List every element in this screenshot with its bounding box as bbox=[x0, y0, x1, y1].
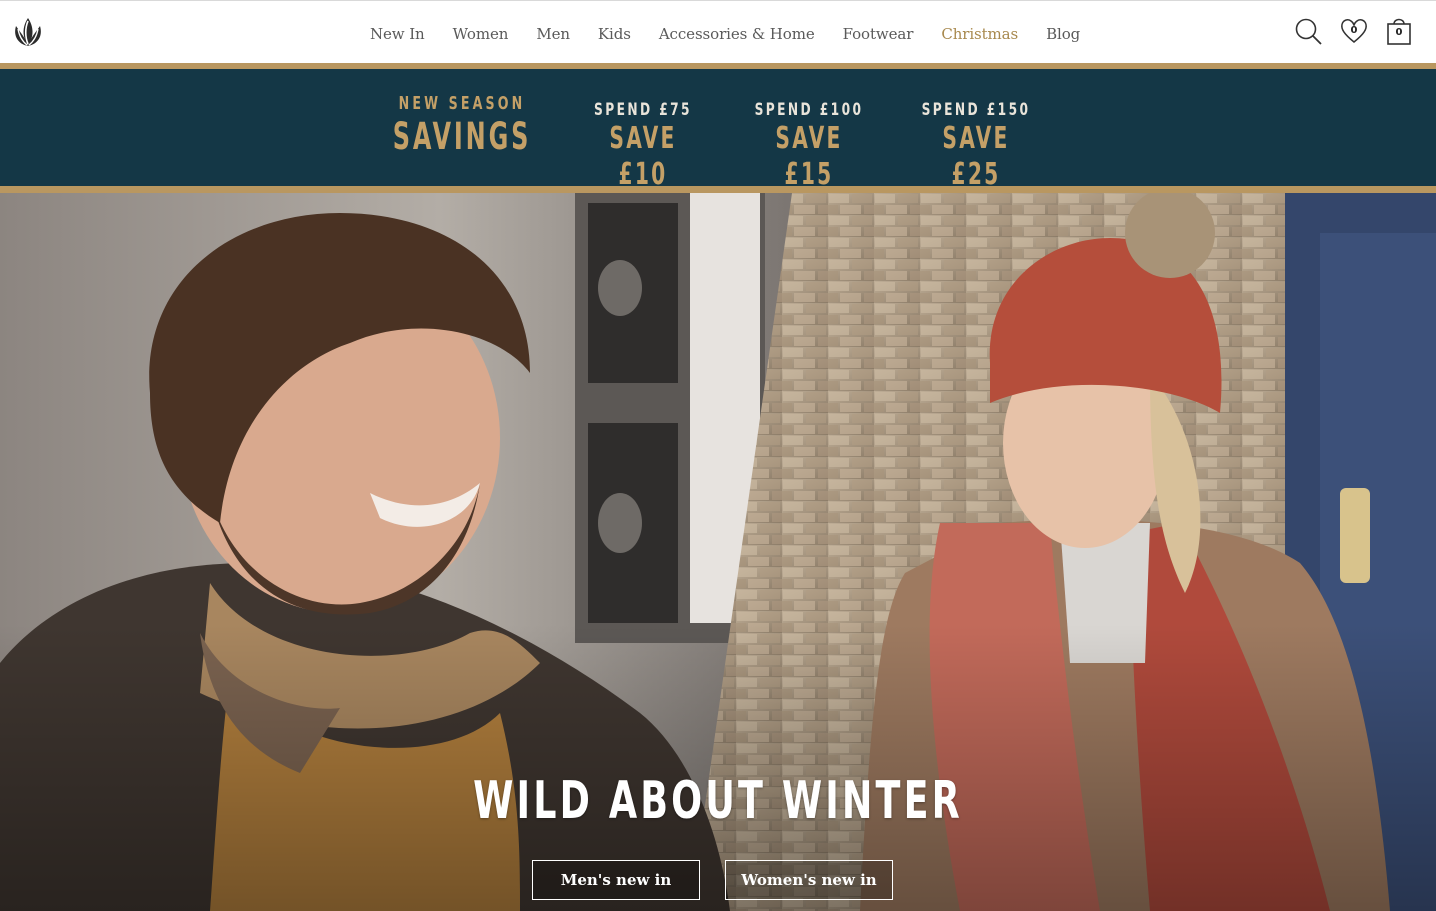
nav-kids[interactable]: Kids bbox=[598, 25, 631, 43]
leaf-logo-icon[interactable] bbox=[11, 15, 45, 49]
nav-accessories-home[interactable]: Accessories & Home bbox=[659, 25, 815, 43]
promo-offer-3: SPEND £150 SAVE £25 bbox=[896, 99, 1056, 193]
promo-offer-1: SPEND £75 SAVE £10 bbox=[563, 99, 723, 193]
promo-headline-small: NEW SEASON bbox=[398, 93, 526, 114]
promo-offer-save: SAVE £10 bbox=[609, 121, 677, 192]
main-nav: New In Women Men Kids Accessories & Home… bbox=[356, 23, 1094, 45]
promo-headline-big: SAVINGS bbox=[392, 115, 532, 158]
hero-banner[interactable]: WILD ABOUT WINTER Men's new in Women's n… bbox=[0, 193, 1436, 911]
search-icon[interactable] bbox=[1294, 15, 1324, 47]
promo-offer-save: SAVE £15 bbox=[775, 121, 843, 192]
promo-offer-2: SPEND £100 SAVE £15 bbox=[729, 99, 889, 193]
promo-headline: NEW SEASON SAVINGS bbox=[362, 93, 562, 159]
womens-new-in-button[interactable]: Women's new in bbox=[725, 860, 893, 900]
promo-offer-save: SAVE £25 bbox=[942, 121, 1010, 192]
nav-christmas[interactable]: Christmas bbox=[941, 25, 1018, 43]
header-actions: 0 0 bbox=[1279, 15, 1414, 47]
site-header: New In Women Men Kids Accessories & Home… bbox=[0, 0, 1436, 63]
promo-divider bbox=[0, 186, 1436, 193]
heart-icon[interactable]: 0 bbox=[1339, 15, 1369, 47]
nav-blog[interactable]: Blog bbox=[1046, 25, 1080, 43]
nav-men[interactable]: Men bbox=[536, 25, 570, 43]
nav-women[interactable]: Women bbox=[453, 25, 509, 43]
bag-count: 0 bbox=[1395, 27, 1403, 38]
bag-icon[interactable]: 0 bbox=[1384, 15, 1414, 47]
promo-offer-spend: SPEND £75 bbox=[594, 100, 692, 120]
promo-offer-spend: SPEND £150 bbox=[921, 100, 1031, 120]
promo-banner[interactable]: NEW SEASON SAVINGS SPEND £75 SAVE £10 SP… bbox=[0, 69, 1436, 192]
nav-new-in[interactable]: New In bbox=[370, 25, 425, 43]
wishlist-count: 0 bbox=[1350, 25, 1358, 36]
mens-new-in-button[interactable]: Men's new in bbox=[532, 860, 700, 900]
promo-offer-spend: SPEND £100 bbox=[754, 100, 864, 120]
nav-footwear[interactable]: Footwear bbox=[843, 25, 914, 43]
hero-title: WILD ABOUT WINTER bbox=[473, 771, 963, 831]
